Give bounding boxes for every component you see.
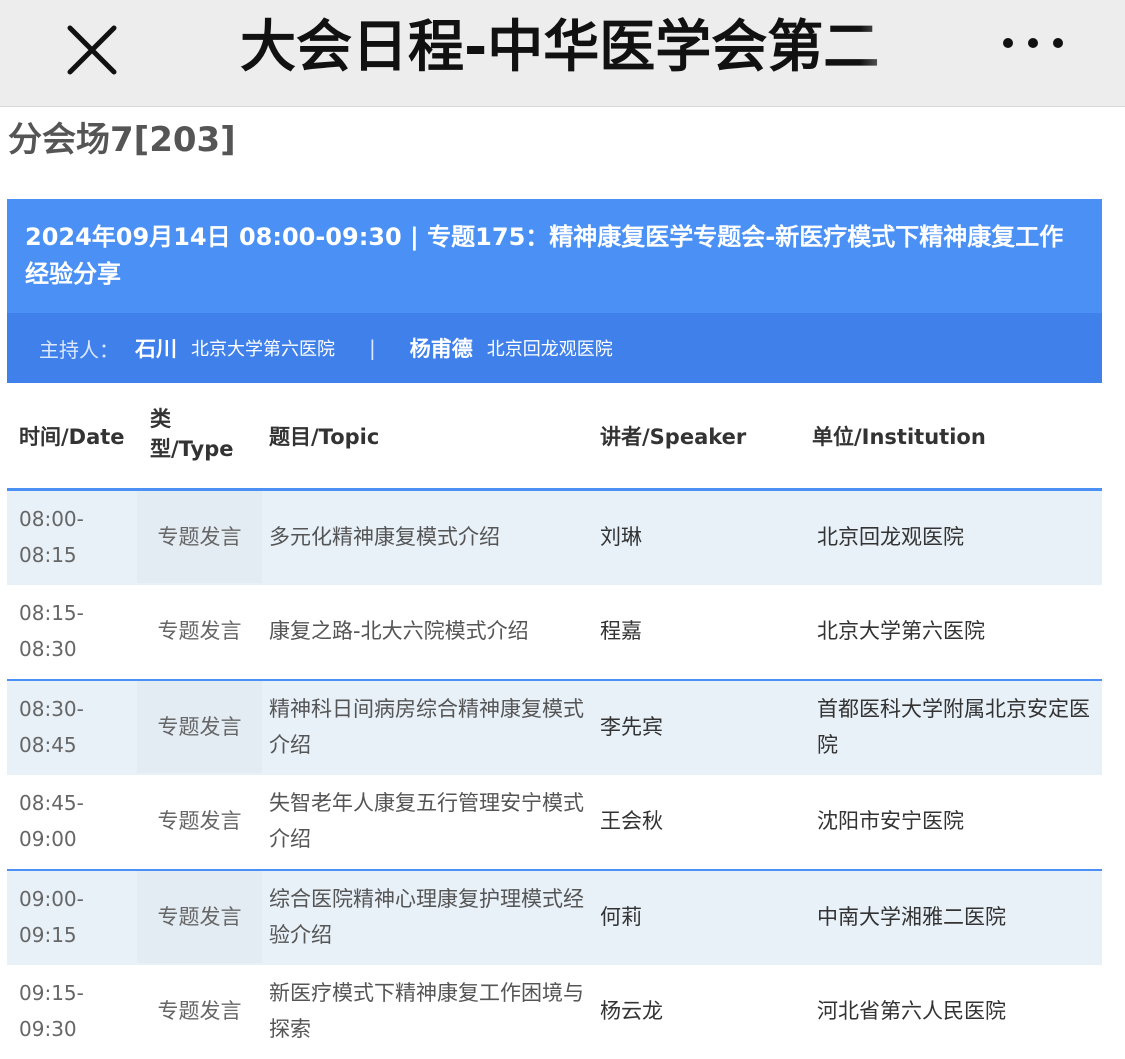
page-title: 大会日程-中华医学会第二 — [240, 15, 880, 80]
table-row[interactable]: 08:45-09:00 专题发言 失智老年人康复五行管理安宁模式介绍 王会秋 沈… — [7, 775, 1102, 869]
header-topic: 题目/Topic — [269, 425, 380, 449]
cell-speaker: 何莉 — [600, 905, 642, 929]
cell-type: 专题发言 — [157, 619, 242, 643]
cell-type: 专题发言 — [157, 715, 242, 739]
cell-institution: 河北省第六人民医院 — [817, 999, 1006, 1023]
cell-speaker: 刘琳 — [600, 525, 642, 549]
cell-speaker: 程嘉 — [600, 619, 642, 643]
cell-topic: 多元化精神康复模式介绍 — [269, 525, 500, 549]
cell-time: 08:45-09:00 — [19, 791, 84, 851]
cell-topic: 精神科日间病房综合精神康复模式介绍 — [269, 697, 584, 757]
host-institution: 北京回龙观医院 — [486, 339, 613, 360]
host-name: 石川 — [135, 337, 177, 361]
close-icon — [67, 25, 117, 75]
cell-type: 专题发言 — [157, 525, 242, 549]
cell-type: 专题发言 — [157, 999, 242, 1023]
schedule-table: 时间/Date 类型/Type 题目/Topic 讲者/Speaker 单位/I… — [7, 390, 1102, 1059]
cell-topic: 综合医院精神心理康复护理模式经验介绍 — [269, 887, 584, 947]
host-separator: | — [369, 336, 376, 360]
close-button[interactable] — [60, 18, 124, 82]
host-name: 杨甫德 — [409, 337, 473, 361]
cell-topic: 康复之路-北大六院模式介绍 — [269, 619, 529, 643]
host-institution: 北京大学第六医院 — [191, 339, 335, 360]
cell-institution: 首都医科大学附属北京安定医院 — [817, 697, 1090, 757]
host-bar: 主持人： 石川 北京大学第六医院 | 杨甫德 北京回龙观医院 — [7, 313, 1102, 383]
host-label: 主持人： — [39, 337, 119, 362]
table-row[interactable]: 09:00-09:15 专题发言 综合医院精神心理康复护理模式经验介绍 何莉 中… — [7, 869, 1102, 965]
nav-bar: 大会日程-中华医学会第二 — [0, 0, 1125, 107]
cell-time: 08:00-08:15 — [19, 507, 84, 567]
table-row[interactable]: 08:15-08:30 专题发言 康复之路-北大六院模式介绍 程嘉 北京大学第六… — [7, 585, 1102, 679]
header-institution: 单位/Institution — [812, 425, 986, 449]
more-dots-icon — [1003, 38, 1063, 48]
title-fade — [860, 8, 920, 88]
cell-time: 09:15-09:30 — [19, 981, 84, 1041]
cell-institution: 北京回龙观医院 — [817, 525, 964, 549]
more-button[interactable] — [998, 28, 1068, 58]
cell-time: 08:30-08:45 — [19, 697, 84, 757]
header-speaker: 讲者/Speaker — [600, 425, 747, 449]
cell-type: 专题发言 — [157, 905, 242, 929]
session-header: 2024年09月14日 08:00-09:30 | 专题175：精神康复医学专题… — [7, 199, 1102, 313]
cell-speaker: 李先宾 — [600, 715, 663, 739]
cell-topic: 失智老年人康复五行管理安宁模式介绍 — [269, 791, 584, 851]
cell-time: 09:00-09:15 — [19, 887, 84, 947]
cell-type: 专题发言 — [157, 809, 242, 833]
cell-institution: 沈阳市安宁医院 — [817, 809, 964, 833]
cell-time: 08:15-08:30 — [19, 601, 84, 661]
cell-institution: 中南大学湘雅二医院 — [817, 905, 1006, 929]
table-header: 时间/Date 类型/Type 题目/Topic 讲者/Speaker 单位/I… — [7, 390, 1102, 491]
venue-title: 分会场7[203] — [8, 120, 236, 160]
cell-institution: 北京大学第六医院 — [817, 619, 985, 643]
cell-speaker: 王会秋 — [600, 809, 663, 833]
cell-topic: 新医疗模式下精神康复工作困境与探索 — [269, 981, 584, 1041]
header-type: 类型/Type — [150, 407, 234, 461]
header-time: 时间/Date — [19, 425, 125, 449]
table-row[interactable]: 08:30-08:45 专题发言 精神科日间病房综合精神康复模式介绍 李先宾 首… — [7, 679, 1102, 775]
table-row[interactable]: 08:00-08:15 专题发言 多元化精神康复模式介绍 刘琳 北京回龙观医院 — [7, 491, 1102, 585]
session-title: 2024年09月14日 08:00-09:30 | 专题175：精神康复医学专题… — [25, 223, 1064, 288]
cell-speaker: 杨云龙 — [600, 999, 663, 1023]
table-row[interactable]: 09:15-09:30 专题发言 新医疗模式下精神康复工作困境与探索 杨云龙 河… — [7, 965, 1102, 1059]
